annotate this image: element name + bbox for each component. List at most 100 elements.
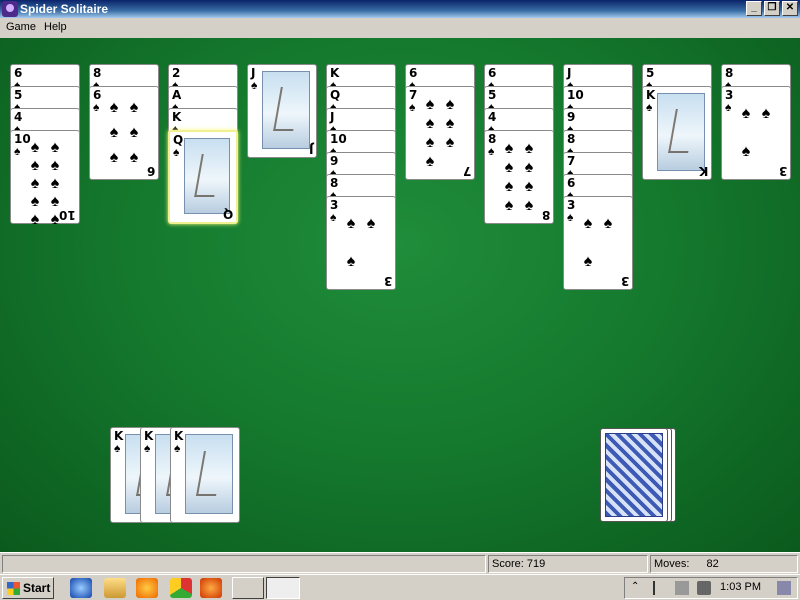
card-k-spades[interactable]: K ♠ K [642,86,712,180]
flag-icon[interactable] [653,581,667,595]
spade-icon: ♠ [409,100,416,114]
spade-icon: ♠ [114,441,121,455]
spade-icon: ♠ [144,441,151,455]
card-back-pattern [605,433,663,517]
card-pips: ♠ ♠ ♠ ♠ ♠ ♠ ♠ [420,95,460,171]
media-player-icon[interactable] [136,578,158,598]
spade-pip-icon: ♠ [30,211,40,228]
spade-pip-icon: ♠ [445,133,455,151]
card-pips: ♠ ♠ ♠ [578,205,618,281]
moves-label: Moves: [654,558,690,570]
card-rank-bottom: 8 [541,208,550,222]
clock[interactable]: 1:03 PM [720,581,761,593]
restore-button[interactable]: ❐ [764,1,780,16]
spade-pip-icon: ♠ [50,139,60,156]
game-table[interactable]: 6 ♠ 5 ♠ 4 ♠ 10 ♠ ♠ ♠ ♠ ♠ ♠ ♠ ♠ ♠ ♠ ♠ 10 8 ♠ 6 ♠ ♠ ♠ ♠ ♠ ♠ ♠ 6 2 ♠ A ♠ K ♠ Q ♠… [0,38,800,552]
card-rank-bottom: 3 [778,164,787,178]
stock-pile[interactable] [600,428,668,522]
card-3-spades[interactable]: 3 ♠ ♠ ♠ ♠ 3 [563,196,633,290]
folder-icon[interactable] [104,578,126,598]
spade-pip-icon: ♠ [445,95,455,113]
window-title: Spider Solitaire [20,2,109,16]
card-q-spades[interactable]: Q ♠ Q [168,130,238,224]
spade-pip-icon: ♠ [524,177,534,195]
volume-muted-icon[interactable] [697,581,711,595]
spider-app-icon [2,1,18,17]
start-button[interactable]: Start [2,577,54,599]
card-3-spades[interactable]: 3 ♠ ♠ ♠ ♠ 3 [326,196,396,290]
card-10-spades[interactable]: 10 ♠ ♠ ♠ ♠ ♠ ♠ ♠ ♠ ♠ ♠ ♠ 10 [10,130,80,228]
spade-icon: ♠ [173,145,180,159]
spade-pip-icon: ♠ [30,157,40,174]
spade-pip-icon: ♠ [129,123,139,141]
card-3-spades[interactable]: 3 ♠ ♠ ♠ ♠ 3 [721,86,791,180]
spade-pip-icon: ♠ [129,149,139,167]
card-rank-bottom: 6 [146,164,155,178]
spade-pip-icon: ♠ [445,114,455,132]
card-pips: ♠ ♠ ♠ ♠ ♠ ♠ ♠ ♠ ♠ ♠ [25,139,65,228]
spade-pip-icon: ♠ [50,193,60,210]
spade-pip-icon: ♠ [524,196,534,214]
spade-pip-icon: ♠ [129,98,139,116]
moves-display: Moves: 82 [650,555,798,573]
spade-pip-icon: ♠ [524,139,534,157]
spade-icon: ♠ [646,100,653,114]
spade-icon: ♠ [251,78,258,92]
spade-pip-icon: ♠ [425,152,435,170]
menu-help[interactable]: Help [44,21,67,33]
spade-pip-icon: ♠ [109,149,119,167]
card-pips: ♠ ♠ ♠ [736,95,776,171]
spade-pip-icon: ♠ [346,253,356,270]
status-bar: Score: 719 Moves: 82 [0,552,800,574]
moves-value: 82 [706,558,719,570]
spade-pip-icon: ♠ [603,215,613,232]
close-button[interactable]: ✕ [782,1,798,16]
completed-sequence-king: K ♠ [170,427,240,523]
score-display: Score: 719 [488,555,648,573]
spade-icon: ♠ [14,144,21,158]
spade-pip-icon: ♠ [50,175,60,192]
card-pips: ♠ ♠ ♠ [341,205,381,281]
chrome-icon[interactable] [170,578,192,598]
spade-pip-icon: ♠ [30,175,40,192]
spade-icon: ♠ [488,144,495,158]
spade-pip-icon: ♠ [346,215,356,232]
card-8-spades[interactable]: 8 ♠ ♠ ♠ ♠ ♠ ♠ ♠ ♠ ♠ 8 [484,130,554,224]
card-j-spades[interactable]: J ♠ J [247,64,317,158]
card-rank-bottom: K [698,164,708,178]
card-7-spades[interactable]: 7 ♠ ♠ ♠ ♠ ♠ ♠ ♠ ♠ 7 [405,86,475,180]
face-card-art [262,71,310,149]
spade-pip-icon: ♠ [425,114,435,132]
face-card-art [657,93,705,171]
menu-bar: Game Help [0,18,800,38]
spade-pip-icon: ♠ [30,193,40,210]
firefox-icon[interactable] [200,578,222,598]
spade-pip-icon: ♠ [504,177,514,195]
spade-pip-icon: ♠ [30,139,40,156]
spade-pip-icon: ♠ [583,215,593,232]
spade-pip-icon: ♠ [366,215,376,232]
status-message [2,555,486,573]
show-desktop-icon[interactable] [777,581,791,595]
card-6-spades[interactable]: 6 ♠ ♠ ♠ ♠ ♠ ♠ ♠ 6 [89,86,159,180]
taskbar-window-spider[interactable] [266,577,300,599]
card-rank-bottom: 10 [59,208,76,222]
spade-pip-icon: ♠ [109,98,119,116]
spade-pip-icon: ♠ [504,196,514,214]
face-card-art [185,434,233,514]
menu-game[interactable]: Game [6,21,36,33]
spade-icon: ♠ [93,100,100,114]
start-label: Start [23,581,51,595]
card-pips: ♠ ♠ ♠ ♠ ♠ ♠ [104,95,144,171]
minimize-button[interactable]: _ [746,1,762,16]
card-rank-bottom: 7 [462,164,471,178]
taskbar-window-remote[interactable] [232,577,264,599]
internet-explorer-icon[interactable] [70,578,92,598]
show-hidden-icons-icon[interactable]: ⌃ [631,581,645,595]
taskbar: Start ⌃ 1:03 PM [0,574,800,600]
spade-icon: ♠ [174,441,181,455]
network-icon[interactable] [675,581,689,595]
spade-pip-icon: ♠ [741,105,751,122]
card-rank-bottom: J [308,142,313,156]
spade-pip-icon: ♠ [425,133,435,151]
